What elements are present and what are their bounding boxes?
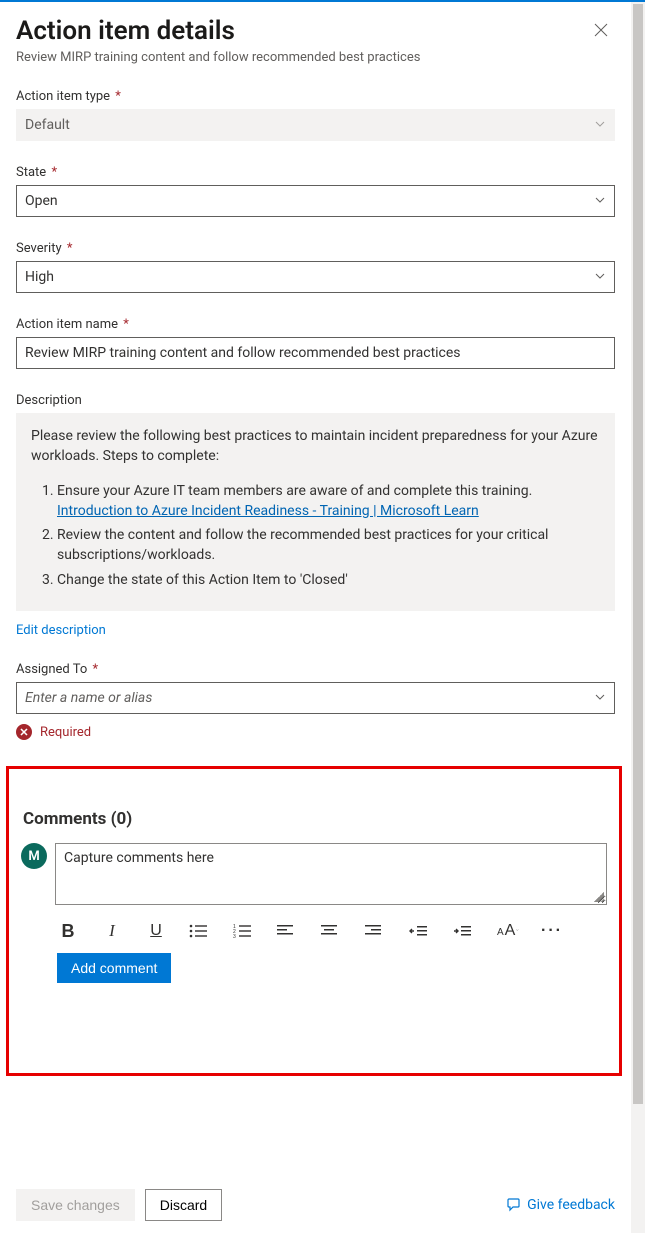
outdent-button[interactable] <box>409 925 431 937</box>
add-comment-button[interactable]: Add comment <box>57 953 171 983</box>
comments-highlight: Comments (0) M Capture comments here B I… <box>6 766 622 1076</box>
panel-footer: Save changes Discard Give feedback <box>0 1177 631 1233</box>
description-step-2: Review the content and follow the recomm… <box>57 525 600 566</box>
description-label: Description <box>16 393 615 408</box>
chevron-down-icon <box>594 691 606 707</box>
description-intro: Please review the following best practic… <box>31 426 600 467</box>
type-select: Default <box>16 109 615 141</box>
save-changes-button: Save changes <box>16 1189 135 1221</box>
page-subtitle: Review MIRP training content and follow … <box>16 50 420 65</box>
description-step-1: Ensure your Azure IT team members are aw… <box>57 481 600 522</box>
align-left-button[interactable] <box>277 925 299 937</box>
chevron-down-icon <box>594 194 606 210</box>
chevron-down-icon <box>594 118 606 134</box>
close-button[interactable] <box>587 16 615 44</box>
edit-description-link[interactable]: Edit description <box>16 623 106 638</box>
description-box: Please review the following best practic… <box>16 413 615 611</box>
assigned-placeholder: Enter a name or alias <box>25 690 152 706</box>
indent-button[interactable] <box>453 925 475 937</box>
scrollbar-track[interactable] <box>631 2 645 1233</box>
name-input[interactable]: Review MIRP training content and follow … <box>16 337 615 369</box>
numbered-list-button[interactable]: 123 <box>233 924 255 938</box>
discard-button[interactable]: Discard <box>145 1189 222 1221</box>
state-select[interactable]: Open <box>16 185 615 217</box>
assigned-to-input[interactable]: Enter a name or alias <box>16 682 615 714</box>
type-value: Default <box>25 117 70 133</box>
assigned-label: Assigned To * <box>16 662 615 677</box>
description-step-3: Change the state of this Action Item to … <box>57 570 600 590</box>
state-label: State * <box>16 165 615 180</box>
scrollbar-thumb[interactable] <box>633 4 643 1104</box>
svg-text:3: 3 <box>233 934 236 938</box>
chevron-down-icon <box>594 270 606 286</box>
type-label: Action item type * <box>16 89 615 104</box>
state-value: Open <box>25 193 58 209</box>
training-link[interactable]: Introduction to Azure Incident Readiness… <box>57 503 479 519</box>
error-icon: ✕ <box>16 724 32 740</box>
align-center-button[interactable] <box>321 925 343 937</box>
severity-value: High <box>25 269 54 285</box>
comments-title: Comments (0) <box>23 809 607 829</box>
page-title: Action item details <box>16 16 420 46</box>
avatar: M <box>21 843 47 869</box>
name-value: Review MIRP training content and follow … <box>25 345 461 361</box>
comment-placeholder: Capture comments here <box>64 850 214 866</box>
italic-button[interactable]: I <box>101 921 123 941</box>
name-label: Action item name * <box>16 317 615 332</box>
feedback-icon <box>505 1197 521 1213</box>
underline-button[interactable]: U <box>145 922 167 940</box>
bullet-list-button[interactable] <box>189 924 211 938</box>
required-error: ✕ Required <box>16 724 615 740</box>
comment-textarea[interactable]: Capture comments here <box>55 843 607 905</box>
give-feedback-link[interactable]: Give feedback <box>505 1197 615 1213</box>
align-right-button[interactable] <box>365 925 387 937</box>
close-icon <box>594 23 608 37</box>
more-options-button[interactable]: ··· <box>541 922 563 940</box>
severity-label: Severity * <box>16 241 615 256</box>
font-size-button[interactable]: AA <box>497 922 519 940</box>
severity-select[interactable]: High <box>16 261 615 293</box>
rich-text-toolbar: B I U 123 AA ··· <box>57 919 607 943</box>
bold-button[interactable]: B <box>57 921 79 942</box>
